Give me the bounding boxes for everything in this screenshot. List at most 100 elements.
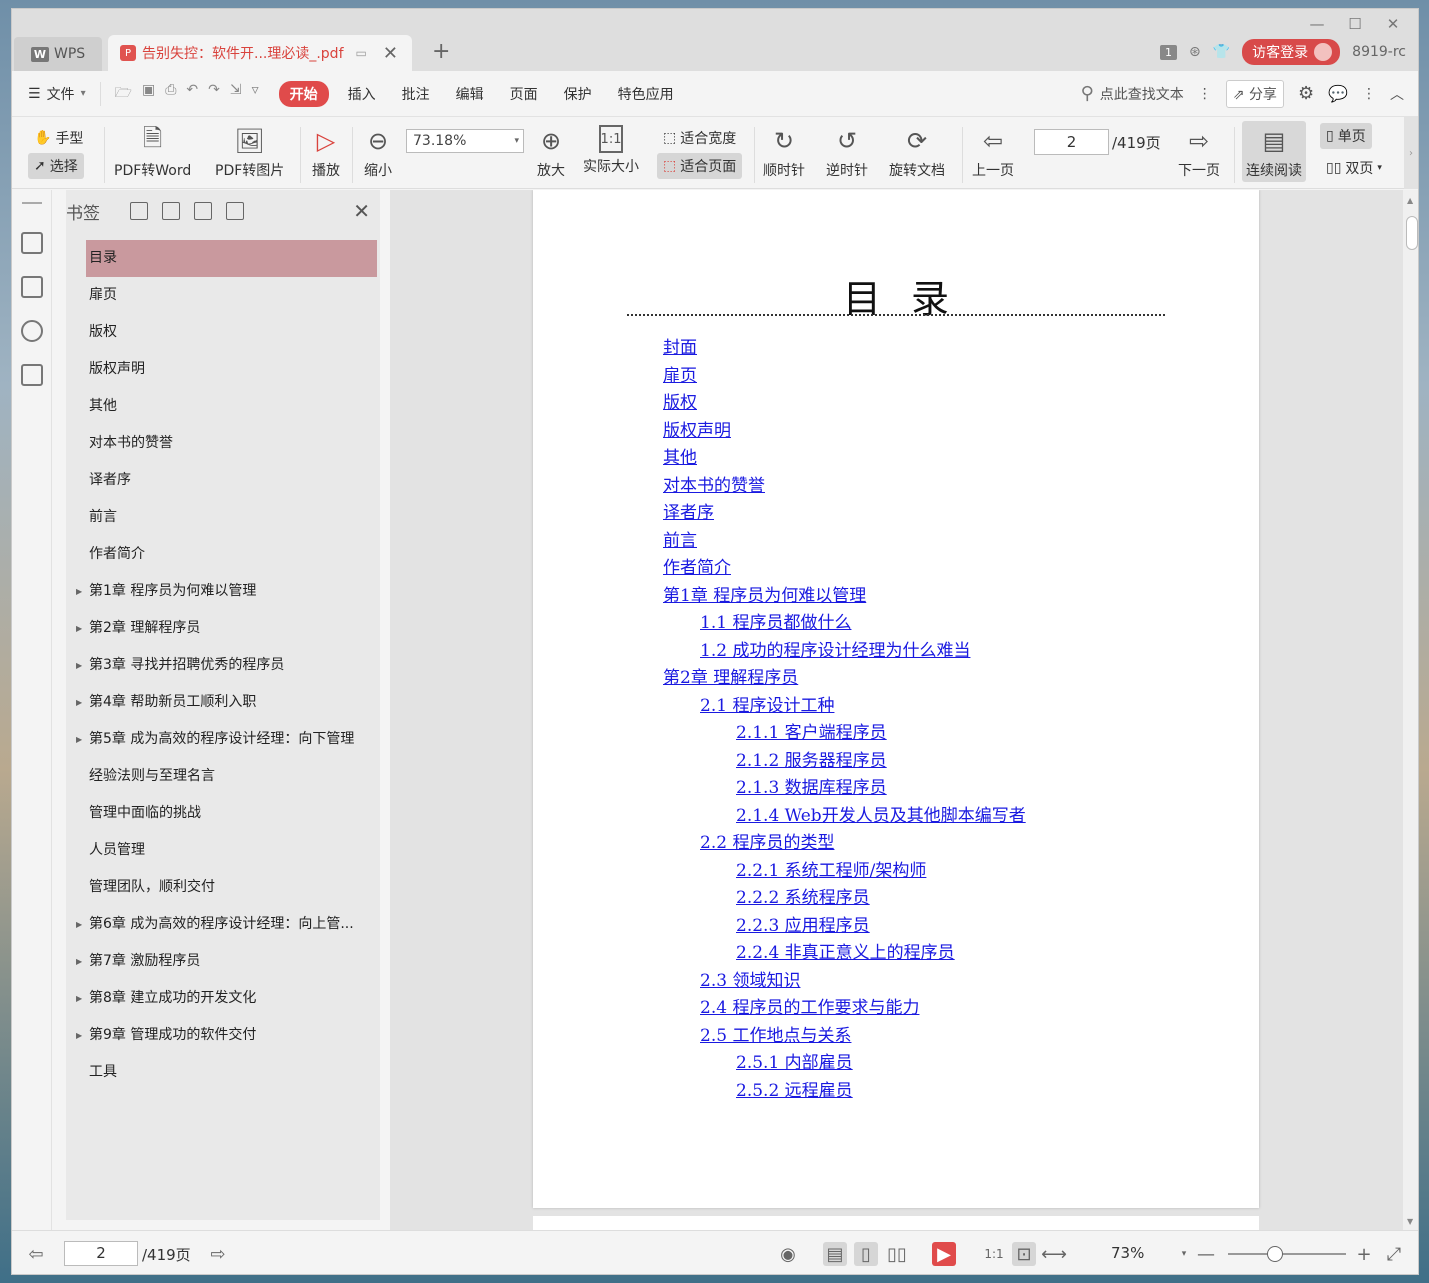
toc-link[interactable]: 2.1 程序设计工种: [700, 693, 1026, 721]
select-tool-button[interactable]: ➚ 选择: [28, 153, 84, 179]
rotate-document-button[interactable]: ⟳ 旋转文档: [889, 125, 945, 180]
zoom-in-button[interactable]: ⊕ 放大: [535, 125, 567, 180]
document-viewport[interactable]: 目录 封面 扉页 版权 版权声明 其他 对本书的赞誉 译者序 前言 作者简介 第1章 程序员为何难…: [390, 190, 1403, 1230]
bookmark-item[interactable]: ▶ 第4章 帮助新员工顺利入职: [66, 684, 378, 721]
zoom-select[interactable]: 73.18% ▾: [406, 129, 524, 153]
toc-link[interactable]: 第2章 理解程序员: [663, 665, 1026, 693]
redo-icon[interactable]: ↷: [208, 82, 220, 106]
tab-features[interactable]: 特色应用: [605, 84, 687, 104]
minimize-icon[interactable]: —: [1298, 11, 1336, 37]
ribbon-scroll-right-icon[interactable]: ›: [1404, 117, 1418, 189]
expand-arrow-icon[interactable]: ▶: [76, 980, 82, 1017]
toc-link[interactable]: 2.4 程序员的工作要求与能力: [700, 995, 1026, 1023]
bookmark-item[interactable]: ▶ 第1章 程序员为何难以管理: [66, 573, 378, 610]
fit-page-status-icon[interactable]: ⊡: [1012, 1242, 1036, 1266]
search-text-button[interactable]: ⚲ 点此查找文本: [1081, 83, 1184, 104]
expand-arrow-icon[interactable]: ▶: [76, 684, 82, 721]
bookmark-item[interactable]: ▶ 第5章 成为高效的程序设计经理：向下管理: [66, 721, 378, 758]
bookmark-item[interactable]: ▶ 第6章 成为高效的程序设计经理：向上管...: [66, 906, 378, 943]
toc-link[interactable]: 其他: [663, 445, 1026, 473]
toc-link[interactable]: 1.2 成功的程序设计经理为什么难当: [700, 638, 1026, 666]
close-window-icon[interactable]: ✕: [1374, 11, 1412, 37]
close-tab-icon[interactable]: ✕: [383, 43, 398, 64]
expand-all-icon[interactable]: [130, 202, 148, 220]
bookmark-item[interactable]: ▶ 第7章 激励程序员: [66, 943, 378, 980]
login-button[interactable]: 访客登录: [1242, 39, 1341, 65]
rotate-clockwise-button[interactable]: ↻ 顺时针: [763, 125, 805, 180]
bookmark-options-icon[interactable]: [226, 202, 244, 220]
expand-arrow-icon[interactable]: ▶: [76, 906, 82, 943]
bookmark-item[interactable]: 对本书的赞誉: [66, 425, 378, 462]
annotation-pen-icon[interactable]: [21, 320, 43, 342]
bookmark-item[interactable]: 管理团队，顺利交付: [66, 869, 378, 906]
pdf-to-image-button[interactable]: 🖼 PDF转图片: [215, 125, 284, 180]
page-number-input[interactable]: 2: [1034, 129, 1109, 155]
thumbnail-image-icon[interactable]: [21, 276, 43, 298]
bookmark-list-icon[interactable]: [21, 232, 43, 254]
bookmark-item[interactable]: 目录: [86, 240, 377, 277]
fit-width-status-icon[interactable]: ⟷: [1041, 1242, 1067, 1266]
status-zoom-value[interactable]: 73%: [1111, 1244, 1144, 1262]
bookmark-item[interactable]: 工具: [66, 1054, 378, 1091]
toc-link[interactable]: 扉页: [663, 363, 1026, 391]
tab-annotate[interactable]: 批注: [389, 84, 443, 104]
toc-link[interactable]: 2.2.3 应用程序员: [736, 913, 1026, 941]
bookmark-item[interactable]: 版权声明: [66, 351, 378, 388]
play-button[interactable]: ▷ 播放: [310, 125, 342, 180]
bookmark-item[interactable]: 版权: [66, 314, 378, 351]
maximize-icon[interactable]: ☐: [1336, 11, 1374, 37]
more-vertical-icon[interactable]: ⋮: [1198, 86, 1212, 102]
bookmark-item[interactable]: 扉页: [66, 277, 378, 314]
actual-size-status-icon[interactable]: 1:1: [982, 1242, 1006, 1266]
continuous-reading-button[interactable]: ▤ 连续阅读: [1242, 121, 1306, 182]
hand-tool-button[interactable]: ✋ 手型: [28, 125, 89, 151]
prev-page-button[interactable]: ⇦ 上一页: [972, 125, 1014, 180]
toc-link[interactable]: 2.1.3 数据库程序员: [736, 775, 1026, 803]
tab-protect[interactable]: 保护: [551, 84, 605, 104]
toc-link[interactable]: 2.5 工作地点与关系: [700, 1023, 1026, 1051]
zoom-dropdown-icon[interactable]: ▾: [1172, 1242, 1196, 1266]
scrollbar-thumb[interactable]: [1406, 216, 1418, 250]
bookmark-item[interactable]: 作者简介: [66, 536, 378, 573]
toc-link[interactable]: 作者简介: [663, 555, 1026, 583]
toc-link[interactable]: 第1章 程序员为何难以管理: [663, 583, 1026, 611]
toc-link[interactable]: 2.2.4 非真正意义上的程序员: [736, 940, 1026, 968]
tab-insert[interactable]: 插入: [335, 84, 389, 104]
next-page-arrow-icon[interactable]: ⇨: [206, 1242, 230, 1266]
undo-icon[interactable]: ↶: [186, 82, 198, 106]
new-tab-icon[interactable]: +: [432, 39, 450, 64]
double-page-button[interactable]: ▯▯ 双页 ▾: [1320, 155, 1388, 181]
status-page-input[interactable]: 2: [64, 1241, 138, 1266]
tab-home[interactable]: W WPS: [14, 37, 102, 71]
expand-arrow-icon[interactable]: ▶: [76, 573, 82, 610]
scroll-up-icon[interactable]: ▲: [1407, 196, 1413, 205]
toc-link[interactable]: 2.1.2 服务器程序员: [736, 748, 1026, 776]
scroll-down-icon[interactable]: ▼: [1407, 1217, 1413, 1226]
zoom-out-button[interactable]: ⊖ 缩小: [362, 125, 394, 180]
settings-gear-icon[interactable]: ⚙: [1298, 83, 1314, 104]
bookmark-item[interactable]: ▶ 第8章 建立成功的开发文化: [66, 980, 378, 1017]
monitor-icon[interactable]: ▭: [356, 46, 367, 60]
tab-page[interactable]: 页面: [497, 84, 551, 104]
play-slideshow-icon[interactable]: ▶: [932, 1242, 956, 1266]
expand-arrow-icon[interactable]: ▶: [76, 1017, 82, 1054]
toc-link[interactable]: 2.2.2 系统程序员: [736, 885, 1026, 913]
bookmark-item[interactable]: 经验法则与至理名言: [66, 758, 378, 795]
actual-size-button[interactable]: 1:1 实际大小: [583, 125, 639, 176]
export-icon[interactable]: ⇲: [230, 82, 242, 106]
bookmark-item[interactable]: ▶ 第3章 寻找并招聘优秀的程序员: [66, 647, 378, 684]
toc-link[interactable]: 2.3 领域知识: [700, 968, 1026, 996]
collapse-ribbon-icon[interactable]: ︿: [1390, 84, 1404, 104]
print-icon[interactable]: ⎙: [165, 82, 176, 106]
toc-link[interactable]: 封面: [663, 335, 1026, 363]
more-options-icon[interactable]: ⋮: [1362, 86, 1376, 102]
skin-icon[interactable]: 👕: [1213, 44, 1230, 60]
toc-link[interactable]: 前言: [663, 528, 1026, 556]
zoom-slider[interactable]: [1228, 1246, 1346, 1262]
comment-icon[interactable]: 💬: [1328, 84, 1348, 103]
toc-link[interactable]: 对本书的赞誉: [663, 473, 1026, 501]
fit-width-button[interactable]: ⬚ 适合宽度: [657, 125, 742, 151]
toc-link[interactable]: 2.1.1 客户端程序员: [736, 720, 1026, 748]
single-page-button[interactable]: ▯ 单页: [1320, 123, 1372, 149]
expand-arrow-icon[interactable]: ▶: [76, 647, 82, 684]
